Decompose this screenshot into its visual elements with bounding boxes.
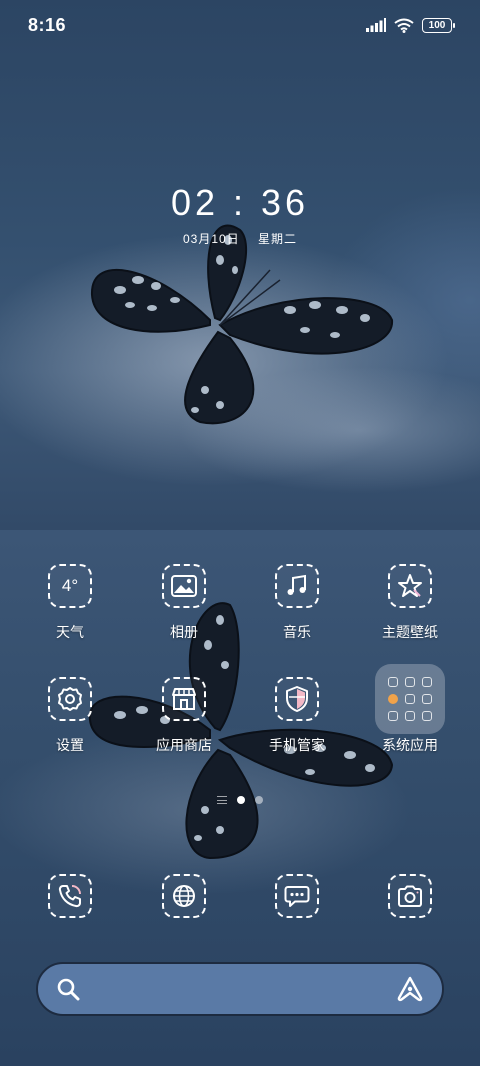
theme-star-icon xyxy=(388,564,432,608)
assistant-icon[interactable] xyxy=(396,976,424,1002)
folder-mini-icon xyxy=(422,711,433,722)
shield-icon xyxy=(275,677,319,721)
app-music[interactable]: 音乐 xyxy=(247,564,347,642)
folder-mini-icon xyxy=(404,693,415,704)
app-label-themes: 主题壁纸 xyxy=(382,624,438,640)
browser-globe-icon xyxy=(162,874,206,918)
folder-mini-icon xyxy=(387,711,398,722)
dock-camera[interactable] xyxy=(360,874,460,918)
app-label-store: 应用商店 xyxy=(156,737,212,753)
app-gallery[interactable]: 相册 xyxy=(134,564,234,642)
app-drawer-lines-icon[interactable] xyxy=(217,796,227,804)
butterfly-image-bottom xyxy=(88,602,394,860)
app-label-music: 音乐 xyxy=(283,624,311,640)
battery-level: 100 xyxy=(428,19,446,31)
status-icons: 100 xyxy=(366,17,455,33)
folder-mini-icon xyxy=(422,693,433,704)
folder-mini-icon xyxy=(387,676,398,687)
clock-date-row: 03月10日 星期二 xyxy=(0,230,480,247)
app-themes[interactable]: 主题壁纸 xyxy=(360,564,460,642)
folder-icon xyxy=(375,664,445,734)
page-indicator[interactable] xyxy=(0,796,480,804)
status-time: 8:16 xyxy=(28,14,67,35)
app-phone-manager[interactable]: 手机管家 xyxy=(247,677,347,755)
app-label-weather: 天气 xyxy=(56,624,84,640)
folder-mini-icon xyxy=(387,693,398,704)
gallery-icon xyxy=(162,564,206,608)
clock-weekday: 星期二 xyxy=(258,232,298,246)
app-settings[interactable]: 设置 xyxy=(20,677,120,755)
page-dot[interactable] xyxy=(255,796,263,804)
search-icon[interactable] xyxy=(56,977,80,1001)
app-folder-system[interactable]: 系统应用 xyxy=(360,664,460,755)
app-weather[interactable]: 4° 天气 xyxy=(20,564,120,642)
search-bar[interactable] xyxy=(36,962,444,1016)
signal-icon xyxy=(366,18,386,32)
folder-mini-icon xyxy=(422,676,433,687)
folder-mini-icon xyxy=(404,711,415,722)
page-dot-active[interactable] xyxy=(237,796,245,804)
dock-browser[interactable] xyxy=(134,874,234,918)
app-label-settings: 设置 xyxy=(56,737,84,753)
battery-icon: 100 xyxy=(422,17,455,33)
folder-mini-icon xyxy=(404,676,415,687)
music-icon xyxy=(275,564,319,608)
clock-time: 02 : 36 xyxy=(170,182,310,223)
app-store[interactable]: 应用商店 xyxy=(134,677,234,755)
weather-icon: 4° xyxy=(48,564,92,608)
store-icon xyxy=(162,677,206,721)
camera-icon xyxy=(388,874,432,918)
phone-icon xyxy=(48,874,92,918)
wifi-icon xyxy=(394,18,414,33)
gear-icon xyxy=(48,677,92,721)
weather-temp: 4° xyxy=(61,576,79,595)
clock-date: 03月10日 xyxy=(182,232,240,246)
app-label-gallery: 相册 xyxy=(170,624,198,640)
clock-widget[interactable]: 02 : 36 03月10日 星期二 xyxy=(0,182,480,247)
app-label-system-apps: 系统应用 xyxy=(382,737,438,753)
app-label-phone-manager: 手机管家 xyxy=(269,737,325,753)
status-bar: 8:16 100 xyxy=(0,0,480,50)
messages-icon xyxy=(275,874,319,918)
dock-messages[interactable] xyxy=(247,874,347,918)
dock-phone[interactable] xyxy=(20,874,120,918)
